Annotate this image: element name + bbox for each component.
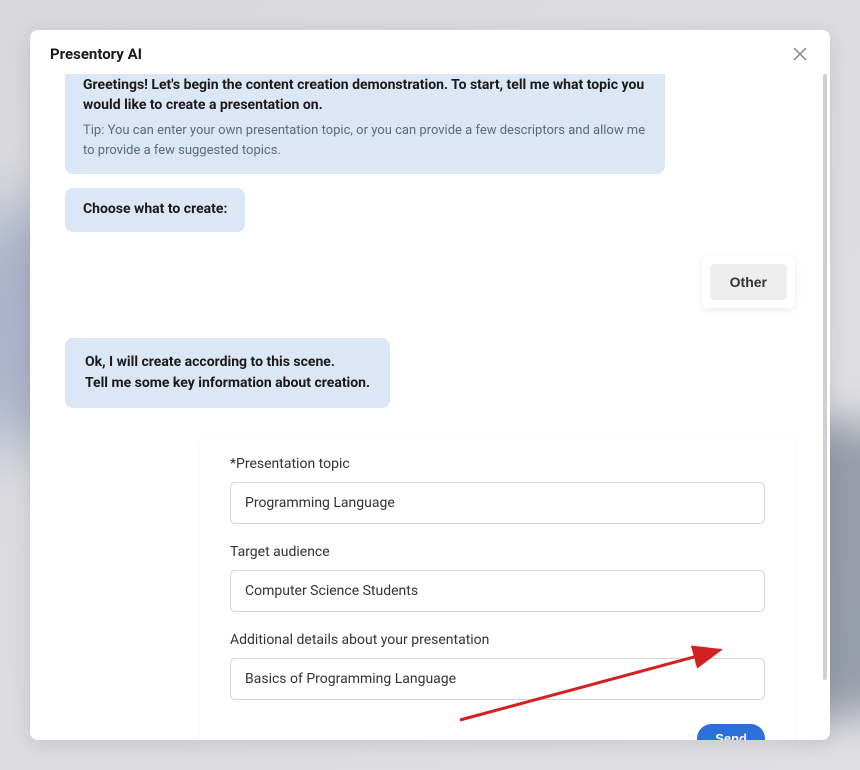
close-icon bbox=[793, 47, 807, 61]
scrollbar[interactable] bbox=[823, 74, 827, 680]
greeting-tip: Tip: You can enter your own presentation… bbox=[83, 121, 647, 160]
modal-body: Greetings! Let's begin the content creat… bbox=[30, 74, 830, 740]
audience-label: Target audience bbox=[230, 544, 765, 560]
details-input[interactable] bbox=[230, 658, 765, 700]
scene-line-2: Tell me some key information about creat… bbox=[85, 373, 370, 394]
choose-label: Choose what to create: bbox=[83, 200, 227, 220]
topic-label: *Presentation topic bbox=[230, 456, 765, 472]
creation-form: *Presentation topic Target audience Addi… bbox=[200, 434, 795, 740]
topic-input[interactable] bbox=[230, 482, 765, 524]
user-choice-row: Other bbox=[65, 246, 795, 338]
presentory-modal: Presentory AI Greetings! Let's begin the… bbox=[30, 30, 830, 740]
ai-message-scene: Ok, I will create according to this scen… bbox=[65, 338, 390, 408]
form-actions: Send bbox=[230, 724, 765, 740]
greeting-text: Greetings! Let's begin the content creat… bbox=[83, 76, 647, 115]
choice-card: Other bbox=[702, 256, 795, 308]
details-label: Additional details about your presentati… bbox=[230, 632, 765, 648]
modal-title: Presentory AI bbox=[50, 45, 142, 63]
ai-message-greeting: Greetings! Let's begin the content creat… bbox=[65, 74, 665, 174]
scene-line-1: Ok, I will create according to this scen… bbox=[85, 352, 370, 373]
audience-input[interactable] bbox=[230, 570, 765, 612]
other-button[interactable]: Other bbox=[710, 264, 787, 300]
ai-message-choose: Choose what to create: bbox=[65, 188, 245, 232]
send-button[interactable]: Send bbox=[697, 724, 765, 740]
modal-header: Presentory AI bbox=[30, 30, 830, 74]
close-button[interactable] bbox=[790, 44, 810, 64]
